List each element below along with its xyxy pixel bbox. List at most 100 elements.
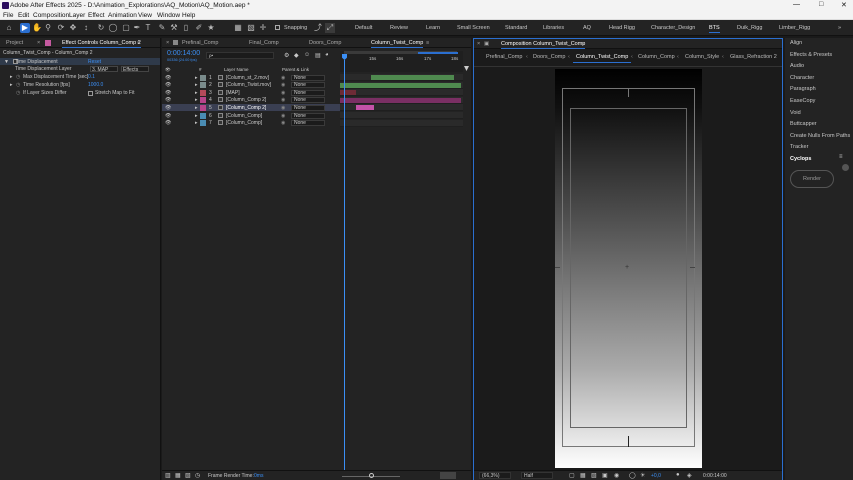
home-icon[interactable]: ⌂: [4, 23, 14, 33]
close-icon[interactable]: ✕: [841, 1, 847, 9]
effects-source-select[interactable]: Effects: [121, 66, 149, 73]
stopwatch-icon[interactable]: ◷: [16, 90, 20, 96]
region-of-interest-icon[interactable]: ▢: [569, 472, 575, 479]
snapping-checkbox[interactable]: [275, 25, 280, 30]
layer-track[interactable]: [340, 112, 463, 119]
layer-name[interactable]: [Column_st_2.mov]: [226, 75, 269, 81]
tab-close-icon[interactable]: ×: [166, 40, 169, 46]
layer-name[interactable]: [Column_Comp 2]: [226, 105, 266, 111]
hide-shy-icon[interactable]: ☺: [304, 52, 310, 58]
layer-search-input[interactable]: ρ•: [206, 52, 274, 59]
stretch-checkbox[interactable]: [88, 90, 93, 96]
menu-effect[interactable]: Effect: [88, 12, 105, 19]
workspace-small-screen[interactable]: Small Screen: [457, 25, 490, 31]
layer-track[interactable]: [340, 89, 463, 97]
pen-tool-icon[interactable]: ✒: [132, 23, 142, 33]
render-time-icon[interactable]: ◷: [195, 472, 200, 479]
tab-project[interactable]: Project: [6, 40, 23, 46]
parent-select[interactable]: None: [291, 74, 325, 81]
workspace-bts[interactable]: BTS: [709, 25, 720, 33]
layer-label-color[interactable]: [200, 104, 206, 111]
layer-name[interactable]: [Column_Comp]: [226, 113, 262, 119]
expand-layer-icon[interactable]: ▸: [195, 90, 198, 96]
axis-icon[interactable]: ✛: [258, 23, 268, 33]
toggle-modes-icon[interactable]: ▦: [175, 472, 181, 479]
anchor-tool-icon[interactable]: ◯: [108, 23, 118, 33]
layer-track[interactable]: [340, 96, 463, 104]
panel-audio[interactable]: Audio: [790, 63, 804, 69]
visibility-eye-icon[interactable]: 👁: [165, 75, 171, 81]
frame-blending-icon[interactable]: ▤: [315, 52, 321, 59]
layer-duration-bar[interactable]: [370, 75, 455, 80]
parent-select[interactable]: None: [291, 104, 325, 111]
expand-layer-icon[interactable]: ▸: [195, 75, 198, 81]
viewer-timecode[interactable]: 0:00:14:00: [703, 473, 727, 479]
draft-3d-icon[interactable]: ◆: [294, 52, 299, 59]
flow-tab-doors[interactable]: Doors_Comp: [533, 54, 565, 60]
parent-select[interactable]: None: [291, 82, 325, 89]
align-icon[interactable]: ▦: [233, 23, 243, 33]
pickwhip-icon[interactable]: ◉: [281, 82, 285, 88]
zoom-tool-icon[interactable]: ⚲: [43, 23, 53, 33]
distribute-icon[interactable]: ▧: [246, 23, 256, 33]
collapse-icon[interactable]: ▼: [4, 59, 9, 65]
expand-arrow-icon[interactable]: ▸: [10, 82, 13, 88]
menu-window[interactable]: Window: [157, 12, 180, 19]
visibility-eye-icon[interactable]: 👁: [165, 105, 171, 111]
layer-label-color[interactable]: [200, 120, 206, 127]
layer-label-color[interactable]: [200, 74, 206, 81]
tab-prefinal-comp[interactable]: Prefinal_Comp: [182, 40, 218, 46]
panel-menu-icon[interactable]: ≡: [137, 40, 140, 46]
layer-name[interactable]: [MAP]: [226, 90, 240, 96]
close-tab-icon[interactable]: ×: [477, 41, 480, 47]
composition-canvas[interactable]: +: [555, 69, 702, 468]
layer-label-color[interactable]: [200, 97, 206, 104]
zoom-range-bar[interactable]: [418, 52, 458, 54]
pickwhip-icon[interactable]: ◉: [281, 120, 285, 126]
menu-file[interactable]: File: [3, 12, 13, 19]
stopwatch-icon[interactable]: ◷: [16, 74, 20, 80]
dolly-tool-icon[interactable]: ↕: [81, 23, 91, 33]
workspace-overflow-icon[interactable]: »: [838, 25, 841, 31]
workspace-default[interactable]: Default: [355, 25, 372, 31]
channels-icon[interactable]: ◉: [614, 472, 619, 479]
workspace-review[interactable]: Review: [390, 25, 408, 31]
displacement-layer-select[interactable]: 3. MAP: [90, 66, 118, 73]
panel-menu-icon[interactable]: ≡: [426, 40, 429, 46]
reset-link[interactable]: Reset: [88, 59, 101, 65]
workspace-aq[interactable]: AQ: [583, 25, 591, 31]
expand-layer-icon[interactable]: ▸: [195, 97, 198, 103]
panel-easecopy[interactable]: EaseCopy: [790, 98, 815, 104]
puppet-pin-icon[interactable]: ★: [206, 23, 216, 33]
pan-tool-icon[interactable]: ✥: [68, 23, 78, 33]
workspace-learn[interactable]: Learn: [426, 25, 440, 31]
hand-tool-icon[interactable]: ✋: [32, 23, 42, 33]
pickwhip-icon[interactable]: ◉: [281, 75, 285, 81]
lock-icon[interactable]: ▣: [484, 41, 489, 47]
flow-tab-column-twist[interactable]: Column_Twist_Comp: [572, 54, 632, 63]
pickwhip-icon[interactable]: ◉: [281, 90, 285, 96]
visibility-eye-icon[interactable]: 👁: [165, 82, 171, 88]
tab-doors-comp[interactable]: Doors_Comp: [309, 40, 341, 46]
color-management-icon[interactable]: ◯: [629, 472, 636, 479]
render-button[interactable]: Render: [790, 170, 834, 188]
visibility-eye-icon[interactable]: 👁: [165, 90, 171, 96]
param-value[interactable]: 0.1: [88, 74, 95, 80]
menu-edit[interactable]: Edit: [18, 12, 29, 19]
exposure-value[interactable]: +0,0: [651, 473, 661, 479]
time-ruler[interactable]: 15s 16s 17s 18s: [340, 51, 463, 72]
comp-flowchart-icon[interactable]: ⚙: [284, 52, 289, 59]
panel-menu-icon[interactable]: ≡: [839, 154, 843, 160]
param-value[interactable]: 1000.0: [88, 82, 103, 88]
parent-select[interactable]: None: [291, 97, 325, 104]
timeline-scrollbar[interactable]: [440, 472, 456, 479]
clone-stamp-icon[interactable]: ⚒: [169, 23, 179, 33]
tab-effect-controls[interactable]: Effect Controls Column_Comp 2: [62, 40, 141, 48]
layer-duration-bar[interactable]: [340, 90, 356, 96]
menu-help[interactable]: Help: [182, 12, 195, 19]
snapshot-icon[interactable]: ●: [676, 472, 680, 478]
tab-column-twist-comp[interactable]: Column_Twist_Comp: [371, 40, 424, 48]
layer-duration-bar[interactable]: [340, 82, 461, 88]
pickwhip-icon[interactable]: ◉: [281, 113, 285, 119]
type-tool-icon[interactable]: T: [143, 23, 153, 33]
